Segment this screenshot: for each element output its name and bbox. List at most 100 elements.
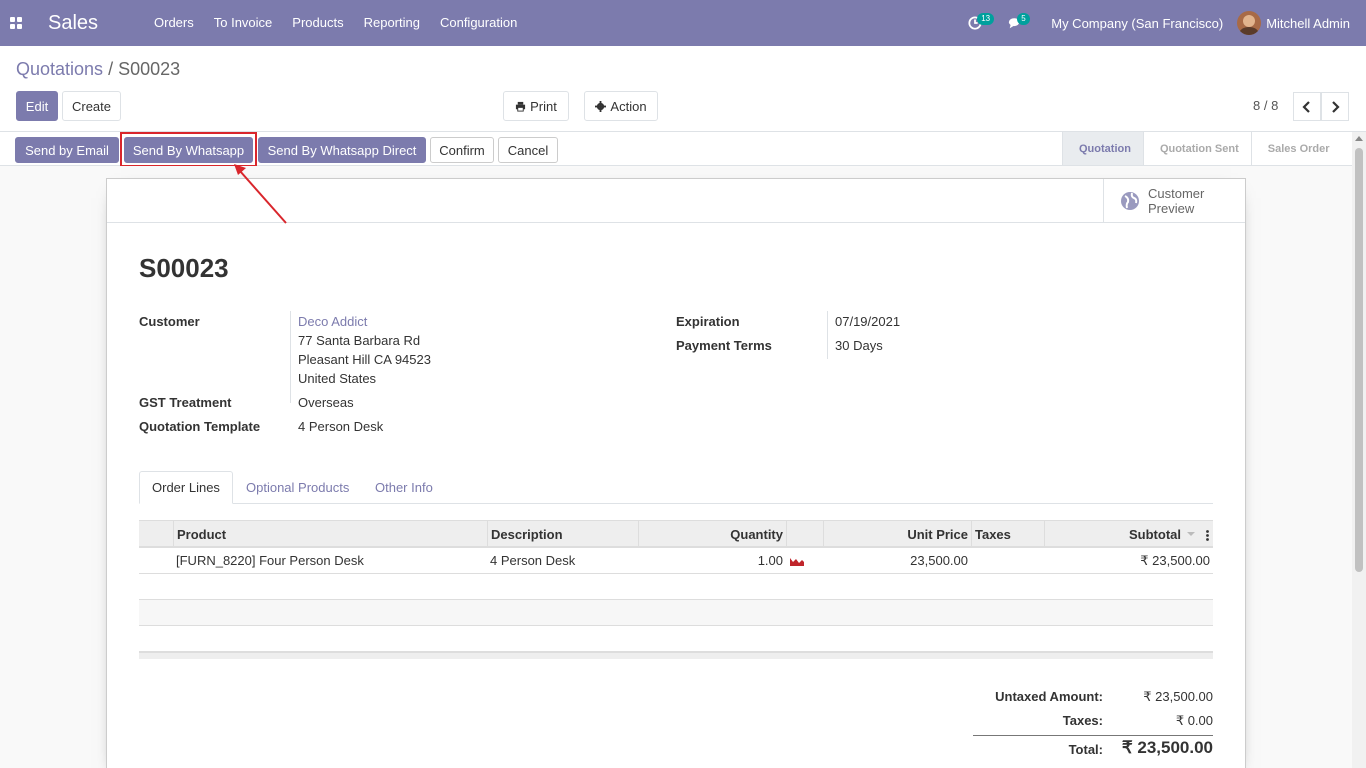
smart-button-box: Customer Preview: [107, 179, 1245, 223]
send-by-email-button[interactable]: Send by Email: [15, 137, 119, 163]
gear-icon: [595, 100, 607, 112]
user-name: Mitchell Admin: [1266, 15, 1350, 31]
menu-item-products[interactable]: Products: [282, 0, 353, 46]
empty-row: [139, 574, 1213, 600]
untaxed-amount-value: ₹ 23,500.00: [1143, 689, 1213, 704]
action-label: Action: [610, 98, 647, 114]
pager-next-button[interactable]: [1321, 92, 1349, 121]
record-title: S00023: [139, 253, 229, 283]
empty-row: [139, 600, 1213, 626]
column-subtotal[interactable]: Subtotal: [1044, 521, 1213, 547]
column-taxes[interactable]: Taxes: [971, 521, 1044, 547]
chevron-left-icon: [1302, 100, 1310, 113]
chevron-right-icon: [1332, 100, 1340, 113]
column-quantity[interactable]: Quantity: [638, 521, 786, 547]
stage-quotation-sent: Quotation Sent: [1142, 132, 1251, 165]
apps-menu-button[interactable]: [0, 0, 32, 46]
send-by-whatsapp-button[interactable]: Send By Whatsapp: [124, 137, 253, 163]
stage-sales-order: Sales Order: [1250, 132, 1342, 165]
edit-button[interactable]: Edit: [16, 91, 58, 121]
column-unit-price[interactable]: Unit Price: [823, 521, 971, 547]
status-bar: Send by Email Send By Whatsapp Send By W…: [0, 131, 1366, 166]
action-button[interactable]: Action: [584, 91, 658, 121]
gst-treatment-label: GST Treatment: [139, 395, 232, 410]
smart-label-line1: Customer: [1148, 185, 1205, 201]
pager-previous-button[interactable]: [1293, 92, 1321, 121]
user-menu[interactable]: Mitchell Admin: [1237, 11, 1366, 35]
create-button[interactable]: Create: [62, 91, 121, 121]
quotation-template-value[interactable]: 4 Person Desk: [298, 419, 383, 434]
cancel-button[interactable]: Cancel: [498, 137, 558, 163]
breadcrumb-current: S00023: [118, 59, 181, 79]
expiration-label: Expiration: [676, 314, 740, 329]
activity-button[interactable]: 13: [955, 0, 995, 46]
send-by-whatsapp-direct-button[interactable]: Send By Whatsapp Direct: [258, 137, 426, 163]
empty-row: [139, 626, 1213, 652]
taxes-value: ₹ 0.00: [1175, 713, 1213, 728]
taxes-label: Taxes:: [1062, 713, 1103, 728]
total-row: Total: ₹ 23,500.00: [973, 738, 1213, 764]
column-product[interactable]: Product: [173, 521, 487, 547]
breadcrumb-quotations[interactable]: Quotations: [16, 59, 103, 79]
gst-treatment-value[interactable]: Overseas: [298, 395, 354, 410]
sort-down-icon: [1187, 532, 1195, 536]
expiration-value[interactable]: 07/19/2021: [835, 314, 900, 329]
payment-terms-value[interactable]: 30 Days: [835, 338, 883, 353]
cell-quantity: 1.00: [757, 553, 783, 568]
customer-preview-label: Customer Preview: [1140, 186, 1204, 216]
untaxed-amount-row: Untaxed Amount: ₹ 23,500.00: [973, 689, 1213, 711]
taxes-row: Taxes: ₹ 0.00: [973, 713, 1213, 735]
main-menu: Orders To Invoice Products Reporting Con…: [144, 0, 527, 46]
confirm-button[interactable]: Confirm: [430, 137, 494, 163]
customer-preview-button[interactable]: Customer Preview: [1103, 179, 1245, 222]
avatar: [1237, 11, 1262, 35]
globe-icon: [1121, 191, 1139, 210]
cell-subtotal: ₹ 23,500.00: [1140, 552, 1210, 568]
menu-item-to-invoice[interactable]: To Invoice: [204, 0, 283, 46]
customer-label: Customer: [139, 314, 200, 329]
totals-separator: [973, 735, 1213, 736]
grid-icon: [10, 17, 22, 29]
smart-label-line2: Preview: [1148, 200, 1195, 216]
cell-product: [FURN_8220] Four Person Desk: [176, 553, 364, 568]
quotation-template-label: Quotation Template: [139, 419, 261, 434]
messages-button[interactable]: 5: [995, 0, 1035, 46]
notebook-tabs: Order Lines Optional Products Other Info: [139, 471, 1213, 504]
scroll-up-icon: [1355, 136, 1363, 141]
tab-order-lines[interactable]: Order Lines: [139, 471, 233, 504]
company-switcher[interactable]: My Company (San Francisco): [1035, 16, 1237, 31]
scrollbar[interactable]: [1352, 132, 1366, 768]
form-sheet: Customer Preview S00023 Customer Deco Ad…: [106, 178, 1246, 768]
print-icon: [516, 101, 526, 112]
cell-unit-price: 23,500.00: [910, 553, 968, 568]
stage-quotation: Quotation: [1062, 132, 1143, 165]
scroll-thumb[interactable]: [1355, 148, 1363, 572]
menu-item-orders[interactable]: Orders: [144, 0, 204, 46]
print-button[interactable]: Print: [503, 91, 569, 121]
customer-link[interactable]: Deco Addict: [298, 314, 367, 329]
address-line: Pleasant Hill CA 94523: [298, 352, 431, 367]
breadcrumb: Quotations / S00023: [16, 59, 180, 80]
cell-description: 4 Person Desk: [490, 553, 576, 568]
forecast-chart-icon[interactable]: [787, 548, 807, 573]
payment-terms-label: Payment Terms: [676, 338, 772, 353]
column-subtotal-label: Subtotal: [1129, 526, 1181, 542]
column-forecast: [786, 521, 823, 547]
address-line: United States: [298, 371, 377, 386]
activity-count-badge: 13: [977, 13, 995, 25]
table-row[interactable]: [FURN_8220] Four Person Desk 4 Person De…: [139, 548, 1213, 574]
field-separator: [827, 311, 828, 359]
stage-pipeline: Quotation Quotation Sent Sales Order: [1062, 132, 1342, 165]
optional-columns-icon[interactable]: [1206, 529, 1209, 541]
menu-item-configuration[interactable]: Configuration: [430, 0, 527, 46]
print-label: Print: [530, 98, 557, 114]
tab-other-info[interactable]: Other Info: [363, 471, 445, 504]
address-line: 77 Santa Barbara Rd: [298, 333, 421, 348]
app-name[interactable]: Sales: [48, 12, 144, 35]
field-separator: [290, 311, 291, 403]
tab-optional-products[interactable]: Optional Products: [234, 471, 361, 504]
column-description[interactable]: Description: [487, 521, 638, 547]
table-header: Product Description Quantity Unit Price …: [139, 520, 1213, 548]
menu-item-reporting[interactable]: Reporting: [354, 0, 430, 46]
pager-value[interactable]: 8 / 8: [1253, 98, 1278, 113]
